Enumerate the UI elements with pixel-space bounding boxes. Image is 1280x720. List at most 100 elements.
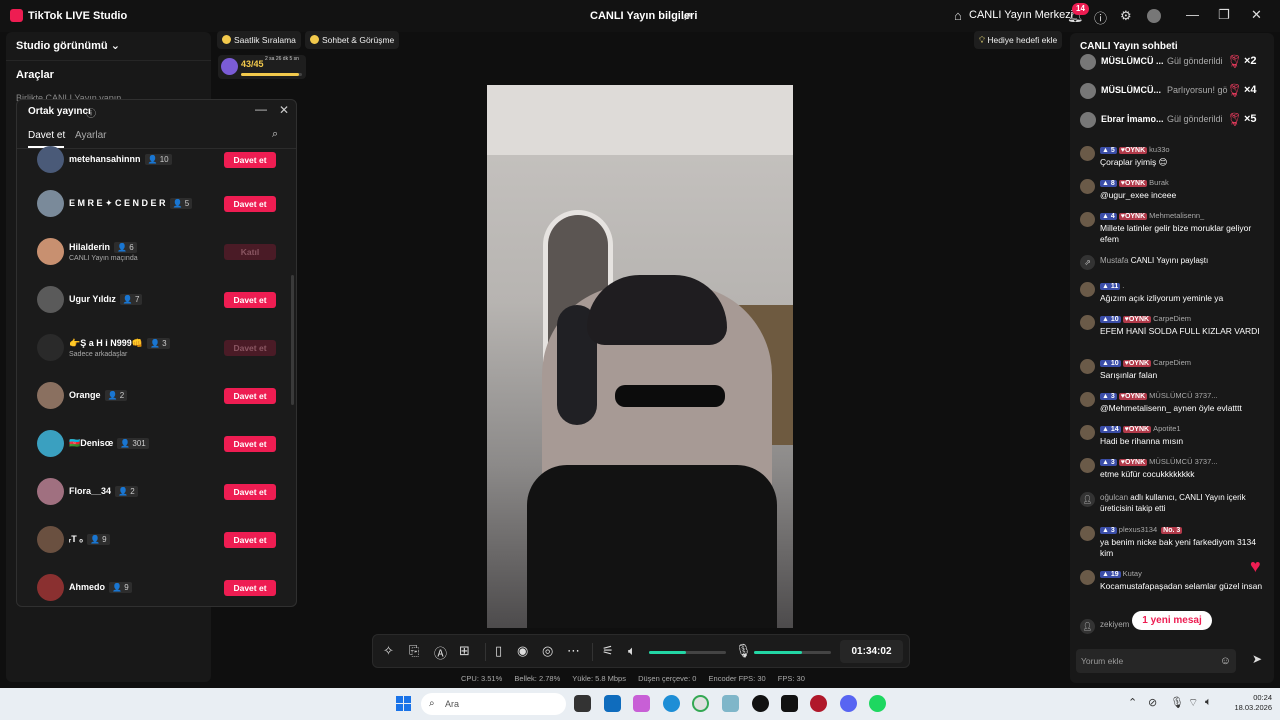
help-icon[interactable]: ⓘ bbox=[86, 105, 96, 120]
settings-icon[interactable]: ⚙ bbox=[1120, 8, 1132, 24]
more-icon[interactable]: ⋯ bbox=[567, 643, 580, 659]
chat-user[interactable]: plexus3134 bbox=[1119, 525, 1157, 534]
chat-text: Hadi be rihanna mısın bbox=[1100, 436, 1184, 446]
invite-button[interactable]: Davet et bbox=[224, 152, 276, 168]
speaker-volume-slider[interactable] bbox=[649, 651, 726, 654]
chat-user[interactable]: ku33o bbox=[1149, 145, 1169, 154]
close-icon[interactable]: ✕ bbox=[1251, 7, 1262, 23]
tab-invite[interactable]: Davet et bbox=[28, 130, 65, 141]
send-icon[interactable]: ➤ bbox=[1252, 652, 1262, 666]
tray-chevron-icon[interactable]: ⌃ bbox=[1128, 696, 1137, 709]
studio-view-dropdown[interactable]: Studio görünümü ⌄ bbox=[16, 39, 120, 52]
chat-icon bbox=[310, 35, 319, 44]
user-name: Flora__34 👤 2 bbox=[69, 486, 138, 497]
gift-notification: Ebrar İmamo... Gül gönderildi 🌹︎ ×5 bbox=[1078, 110, 1268, 132]
chat-user[interactable]: Mehmetalisenn_ bbox=[1149, 211, 1204, 220]
phone-icon[interactable]: ▯ bbox=[495, 643, 502, 659]
close-icon[interactable]: ✕ bbox=[279, 103, 289, 117]
volume-tray-icon[interactable]: 🔈︎ bbox=[1205, 696, 1212, 709]
sliders-icon[interactable]: ⚟ bbox=[602, 643, 614, 659]
search-icon[interactable]: ⌕ bbox=[272, 128, 278, 141]
home-icon[interactable]: ⌂ bbox=[954, 8, 962, 23]
chat-user[interactable]: MÜSLÜMCÜ 3737... bbox=[1149, 457, 1217, 466]
camera-effect-icon[interactable]: ◎ bbox=[542, 643, 553, 659]
help-icon[interactable]: ⓘ bbox=[1094, 8, 1107, 27]
chat-user[interactable]: Apotite1 bbox=[1153, 424, 1181, 433]
emoji-icon[interactable]: ☺ bbox=[1220, 649, 1231, 673]
gift-text: Parlıyorsun! gö bbox=[1167, 85, 1228, 95]
gift-notification: MÜSLÜMCÜ ... Gül gönderildi 🌹︎ ×2 bbox=[1078, 52, 1268, 74]
chat-user[interactable]: CarpeDiem bbox=[1153, 358, 1191, 367]
avatar bbox=[37, 334, 64, 361]
add-scene-icon[interactable]: ⊞ bbox=[459, 643, 470, 659]
speaker-icon[interactable]: 🔈︎ bbox=[628, 643, 636, 659]
taskbar-clock[interactable]: 00:24 18.03.2026 bbox=[1220, 693, 1272, 713]
translate-icon[interactable]: ⎘ bbox=[409, 643, 419, 659]
gift-goal-widget[interactable]: 43/45 2 sa 26 dk 5 sn bbox=[218, 55, 306, 79]
wifi-icon[interactable]: ⌔ bbox=[1188, 696, 1198, 710]
minimize-icon[interactable]: — bbox=[255, 102, 267, 116]
user-name-text: metehansahinnn bbox=[69, 154, 141, 164]
invite-button[interactable]: Davet et bbox=[224, 196, 276, 212]
avatar bbox=[1080, 570, 1095, 585]
copilot-icon[interactable] bbox=[633, 695, 650, 712]
maximize-icon[interactable]: ❐ bbox=[1218, 7, 1230, 23]
search-icon: ⌕ bbox=[429, 698, 435, 709]
minimize-icon[interactable]: — bbox=[1186, 7, 1199, 22]
chat-user[interactable]: MÜSLÜMCÜ 3737... bbox=[1149, 391, 1217, 400]
invite-button[interactable]: Davet et bbox=[224, 388, 276, 404]
live-chat-panel: CANLI Yayın sohbeti MÜSLÜMCÜ ... Gül gönd… bbox=[1070, 33, 1274, 683]
new-message-pill[interactable]: 1 yeni mesaj bbox=[1132, 611, 1212, 630]
chat-meta: ▲ 11. bbox=[1100, 281, 1124, 290]
microphone-tray-icon[interactable]: 🎙︎ bbox=[1170, 696, 1184, 709]
gift-text: Gül gönderildi bbox=[1167, 56, 1223, 66]
record-icon[interactable]: ◉ bbox=[517, 643, 528, 659]
chat-user[interactable]: Burak bbox=[1149, 178, 1169, 187]
mic-volume-slider[interactable] bbox=[754, 651, 831, 654]
gift-notification: MÜSLÜMCÜ... Parlıyorsun! gö 🌹︎ ×4 bbox=[1078, 81, 1268, 103]
ai-icon[interactable]: Ⓐ bbox=[434, 643, 447, 662]
chevron-down-icon: ⌄ bbox=[110, 40, 120, 52]
network-icon[interactable]: ⊘ bbox=[1148, 696, 1157, 709]
settings-app-icon[interactable] bbox=[722, 695, 739, 712]
chat-user[interactable]: Kutay bbox=[1123, 569, 1142, 578]
invite-button[interactable]: Davet et bbox=[224, 580, 276, 596]
avatar bbox=[37, 286, 64, 313]
chat-user[interactable]: . bbox=[1122, 281, 1124, 290]
invite-button[interactable]: Katıl bbox=[224, 244, 276, 260]
discord-icon[interactable] bbox=[840, 695, 857, 712]
chat-user: oğulcan bbox=[1100, 493, 1129, 502]
tiktok-app-icon[interactable] bbox=[781, 695, 798, 712]
media-player-icon[interactable] bbox=[810, 695, 827, 712]
level-badge: ▲ 10 bbox=[1100, 316, 1121, 323]
taskbar-search-input[interactable]: ⌕ Ara bbox=[421, 693, 566, 715]
live-center-link[interactable]: CANLI Yayın Merkezi bbox=[969, 9, 1073, 21]
rose-icon: 🌹︎ bbox=[1226, 54, 1243, 69]
hourly-ranking-chip[interactable]: Saatlik Sıralama bbox=[217, 31, 301, 49]
tiktok-logo-icon bbox=[10, 9, 23, 22]
chat-user[interactable]: CarpeDiem bbox=[1153, 314, 1191, 323]
obs-icon[interactable] bbox=[752, 695, 769, 712]
invite-button[interactable]: Davet et bbox=[224, 532, 276, 548]
outlook-icon[interactable] bbox=[604, 695, 621, 712]
windows-start-icon[interactable] bbox=[396, 696, 412, 712]
task-view-icon[interactable] bbox=[574, 695, 591, 712]
invite-button[interactable]: Davet et bbox=[224, 436, 276, 452]
share-icon[interactable]: ⇗ bbox=[682, 9, 692, 23]
edge-icon[interactable] bbox=[663, 695, 680, 712]
chat-meeting-chip[interactable]: Sohbet & Görüşme bbox=[305, 31, 400, 49]
magic-wand-icon[interactable]: ✧ bbox=[383, 643, 394, 659]
microphone-icon[interactable]: 🎙︎ bbox=[735, 643, 752, 659]
follower-count: 👤 301 bbox=[117, 438, 149, 449]
avatar bbox=[1080, 526, 1095, 541]
comment-input[interactable]: Yorum ekle ☺ bbox=[1076, 649, 1236, 673]
invite-button[interactable]: Davet et bbox=[224, 340, 276, 356]
tab-settings[interactable]: Ayarlar bbox=[75, 130, 107, 141]
spotify-icon[interactable] bbox=[869, 695, 886, 712]
avatar[interactable] bbox=[1147, 9, 1161, 23]
scrollbar[interactable] bbox=[291, 275, 294, 405]
add-gift-goal-button[interactable]: 💡︎ Hediye hedefi ekle bbox=[974, 31, 1063, 49]
invite-button[interactable]: Davet et bbox=[224, 292, 276, 308]
invite-button[interactable]: Davet et bbox=[224, 484, 276, 500]
chrome-icon[interactable] bbox=[692, 695, 709, 712]
